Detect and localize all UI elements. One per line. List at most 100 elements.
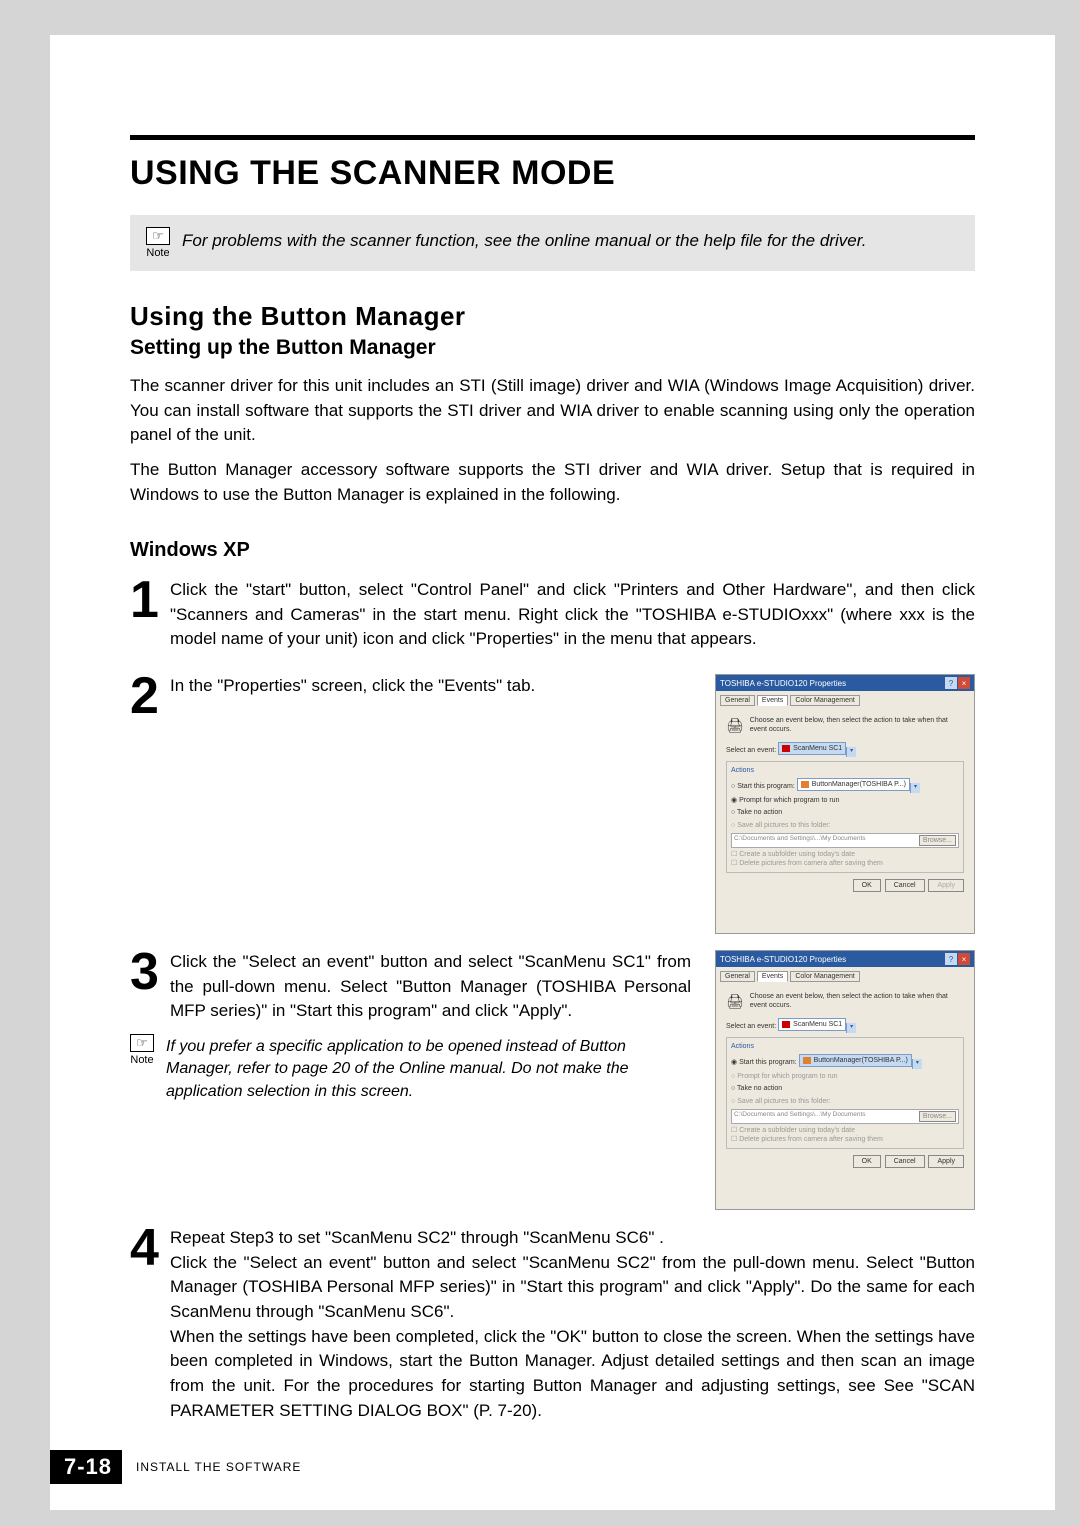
dialog-description: Choose an event below, then select the a… — [750, 992, 964, 1010]
program-dropdown: ButtonManager(TOSHIBA P...) — [799, 1054, 912, 1067]
step-3: 3 Click the "Select an event" button and… — [130, 950, 691, 1024]
footer-section: INSTALL THE SOFTWARE — [136, 1460, 301, 1474]
intro-paragraph-1: The scanner driver for this unit include… — [130, 374, 975, 448]
radio-take-no-action: ○ Take no action — [731, 1084, 959, 1093]
dialog-title: TOSHIBA e-STUDIO120 Properties — [720, 679, 846, 688]
cancel-button: Cancel — [885, 879, 925, 892]
radio-prompt: ○ Prompt for which program to run — [731, 1072, 959, 1081]
actions-group: Actions ○ Start this program: ButtonMana… — [726, 761, 964, 873]
step-4-text-b: Click the "Select an event" button and s… — [170, 1253, 975, 1321]
radio-start-program: ○ Start this program: ButtonManager(TOSH… — [731, 778, 959, 793]
step-2-row: 2 In the "Properties" screen, click the … — [130, 674, 975, 934]
step-number: 3 — [130, 950, 164, 1024]
dialog-body: 🖨 Choose an event below, then select the… — [720, 710, 970, 898]
tab-events: Events — [757, 971, 788, 982]
note-box-inline: ☞ Note If you prefer a specific applicat… — [130, 1034, 691, 1103]
note-text-top: For problems with the scanner function, … — [182, 227, 866, 253]
program-value: ButtonManager(TOSHIBA P...) — [814, 1056, 908, 1065]
chevron-down-icon: ▾ — [846, 1023, 856, 1033]
program-dropdown: ButtonManager(TOSHIBA P...) — [797, 778, 910, 791]
select-event-dropdown: ScanMenu SC1 — [778, 742, 846, 755]
apply-button: Apply — [928, 879, 964, 892]
heading-setting-up: Setting up the Button Manager — [130, 336, 975, 360]
tab-events: Events — [757, 695, 788, 706]
step-number: 1 — [130, 578, 164, 652]
tab-color-management: Color Management — [790, 695, 860, 706]
dialog-titlebar: TOSHIBA e-STUDIO120 Properties ?× — [716, 675, 974, 691]
heading-using-button-manager: Using the Button Manager — [130, 301, 975, 332]
select-event-value: ScanMenu SC1 — [793, 744, 842, 753]
note-icon-wrap: ☞ Note — [146, 227, 170, 259]
note-text-inline: If you prefer a specific application to … — [166, 1034, 691, 1103]
hand-point-icon: ☞ — [146, 227, 170, 245]
step-2: 2 In the "Properties" screen, click the … — [130, 674, 691, 718]
tab-general: General — [720, 971, 755, 982]
chevron-down-icon: ▾ — [910, 783, 920, 793]
radio-prompt: ◉ Prompt for which program to run — [731, 796, 959, 805]
page: USING THE SCANNER MODE ☞ Note For proble… — [50, 35, 1055, 1510]
dialog-body: 🖨 Choose an event below, then select the… — [720, 986, 970, 1174]
ok-button: OK — [853, 879, 881, 892]
scanner-icon: 🖨 — [726, 992, 744, 1010]
properties-dialog-figure-1: TOSHIBA e-STUDIO120 Properties ?× Genera… — [715, 674, 975, 934]
dropdown-glyph-icon — [782, 1021, 790, 1028]
step-number: 2 — [130, 674, 164, 718]
step-1-text: Click the "start" button, select "Contro… — [170, 578, 975, 652]
checkbox-subfolder: ☐ Create a subfolder using today's date — [731, 1126, 959, 1135]
dialog-buttons: OK Cancel Apply — [726, 1155, 964, 1168]
note-label: Note — [146, 247, 169, 259]
heading-windows-xp: Windows XP — [130, 539, 975, 562]
checkbox-delete-after: ☐ Delete pictures from camera after savi… — [731, 1135, 959, 1144]
dropdown-glyph-icon — [782, 745, 790, 752]
help-icon: ? — [945, 953, 957, 965]
dialog-title: TOSHIBA e-STUDIO120 Properties — [720, 955, 846, 964]
dialog-tabs: General Events Color Management — [720, 971, 970, 982]
step-3-text: Click the "Select an event" button and s… — [170, 950, 691, 1024]
hand-point-icon: ☞ — [130, 1034, 154, 1052]
select-event-label: Select an event: — [726, 747, 776, 754]
chevron-down-icon: ▾ — [846, 747, 856, 757]
page-title: USING THE SCANNER MODE — [130, 154, 975, 193]
window-controls: ?× — [945, 953, 970, 965]
content-area: USING THE SCANNER MODE ☞ Note For proble… — [50, 35, 1055, 1475]
apply-button: Apply — [928, 1155, 964, 1168]
note-label: Note — [130, 1054, 153, 1066]
dialog-buttons: OK Cancel Apply — [726, 879, 964, 892]
tab-color-management: Color Management — [790, 971, 860, 982]
dialog-titlebar: TOSHIBA e-STUDIO120 Properties ?× — [716, 951, 974, 967]
intro-paragraph-2: The Button Manager accessory software su… — [130, 458, 975, 507]
properties-dialog-figure-2: TOSHIBA e-STUDIO120 Properties ?× Genera… — [715, 950, 975, 1210]
title-rule — [130, 135, 975, 140]
radio-save-all: ○ Save all pictures to this folder: — [731, 821, 959, 830]
dialog-tabs: General Events Color Management — [720, 695, 970, 706]
step-4-text-a: Repeat Step3 to set "ScanMenu SC2" throu… — [170, 1228, 664, 1247]
step-2-text: In the "Properties" screen, click the "E… — [170, 674, 691, 718]
tab-general: General — [720, 695, 755, 706]
actions-label: Actions — [731, 766, 959, 775]
save-path-input: C:\Documents and Settings\...\My Documen… — [731, 833, 959, 848]
dialog-description: Choose an event below, then select the a… — [750, 716, 964, 734]
step-4: 4 Repeat Step3 to set "ScanMenu SC2" thr… — [130, 1226, 975, 1423]
chevron-down-icon: ▾ — [912, 1059, 922, 1069]
ok-button: OK — [853, 1155, 881, 1168]
dropdown-glyph-icon — [801, 781, 809, 788]
checkbox-delete-after: ☐ Delete pictures from camera after savi… — [731, 859, 959, 868]
page-footer: 7-18 INSTALL THE SOFTWARE — [50, 1450, 301, 1484]
help-icon: ? — [945, 677, 957, 689]
program-value: ButtonManager(TOSHIBA P...) — [812, 780, 906, 789]
radio-start-program: ◉ Start this program: ButtonManager(TOSH… — [731, 1054, 959, 1069]
cancel-button: Cancel — [885, 1155, 925, 1168]
select-event-value: ScanMenu SC1 — [793, 1020, 842, 1029]
browse-button: Browse... — [919, 1111, 956, 1122]
select-event-label: Select an event: — [726, 1023, 776, 1030]
step-number: 4 — [130, 1226, 164, 1423]
radio-take-no-action: ○ Take no action — [731, 808, 959, 817]
actions-group: Actions ◉ Start this program: ButtonMana… — [726, 1037, 964, 1149]
save-path-input: C:\Documents and Settings\...\My Documen… — [731, 1109, 959, 1124]
radio-save-all: ○ Save all pictures to this folder: — [731, 1097, 959, 1106]
scanner-icon: 🖨 — [726, 716, 744, 734]
step-4-text: Repeat Step3 to set "ScanMenu SC2" throu… — [170, 1226, 975, 1423]
close-icon: × — [958, 677, 970, 689]
note-box-top: ☞ Note For problems with the scanner fun… — [130, 215, 975, 271]
close-icon: × — [958, 953, 970, 965]
